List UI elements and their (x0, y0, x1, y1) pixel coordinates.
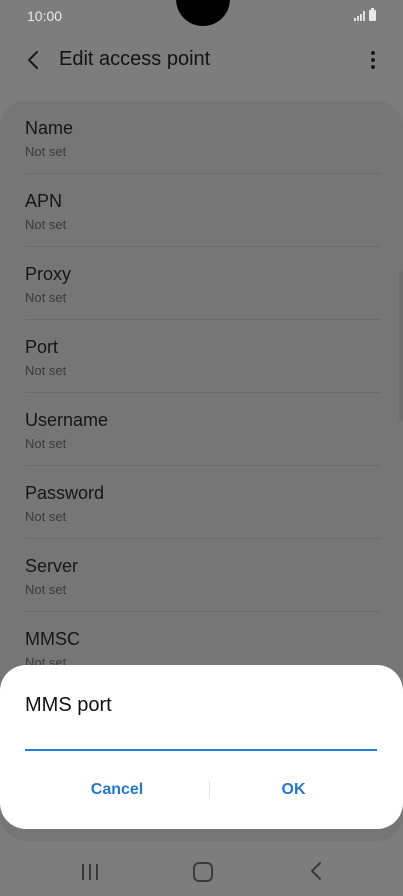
item-value: Not set (25, 436, 67, 451)
item-value: Not set (25, 290, 67, 305)
cancel-button[interactable]: Cancel (25, 773, 209, 807)
ok-button[interactable]: OK (210, 773, 377, 807)
dialog-title: MMS port (25, 694, 112, 716)
item-value: Not set (25, 582, 67, 597)
list-item-proxy[interactable]: Proxy Not set (25, 247, 381, 320)
list-item-apn[interactable]: APN Not set (25, 174, 381, 247)
item-label: Port (25, 337, 59, 357)
recent-apps-button[interactable] (80, 864, 100, 880)
item-label: MMSC (25, 629, 80, 649)
mms-port-input[interactable] (25, 731, 377, 751)
item-label: Password (25, 483, 105, 503)
nav-back-button[interactable] (306, 860, 326, 882)
home-button[interactable] (193, 862, 213, 882)
item-label: Proxy (25, 264, 72, 284)
item-label: Server (25, 556, 79, 576)
navigation-bar (0, 846, 403, 896)
status-icons (354, 8, 376, 21)
page-title: Edit access point (59, 48, 211, 70)
chevron-left-icon (28, 51, 38, 69)
item-value: Not set (25, 144, 67, 159)
mms-port-dialog: MMS port Cancel OK (0, 665, 403, 829)
item-value: Not set (25, 363, 67, 378)
recent-apps-icon (82, 864, 84, 880)
list-item-server[interactable]: Server Not set (25, 539, 381, 612)
signal-icon (354, 11, 365, 21)
list-item-username[interactable]: Username Not set (25, 393, 381, 466)
item-value: Not set (25, 217, 67, 232)
list-item-port[interactable]: Port Not set (25, 320, 381, 393)
item-label: Name (25, 118, 74, 138)
more-vertical-icon (371, 51, 375, 55)
dialog-buttons: Cancel OK (0, 773, 403, 807)
item-value: Not set (25, 509, 67, 524)
battery-icon (369, 8, 376, 21)
camera-notch (176, 0, 230, 26)
item-label: Username (25, 410, 109, 430)
list-item-password[interactable]: Password Not set (25, 466, 381, 539)
screen: 10:00 Edit access point Name Not set APN… (0, 0, 403, 896)
back-icon (311, 862, 321, 880)
more-options-button[interactable] (363, 46, 383, 74)
back-button[interactable] (18, 46, 48, 74)
list-item-name[interactable]: Name Not set (25, 101, 381, 174)
status-bar: 10:00 (0, 0, 403, 32)
status-time: 10:00 (27, 8, 63, 24)
scrollbar[interactable] (399, 271, 403, 421)
item-label: APN (25, 191, 63, 211)
app-bar: Edit access point (0, 36, 403, 84)
